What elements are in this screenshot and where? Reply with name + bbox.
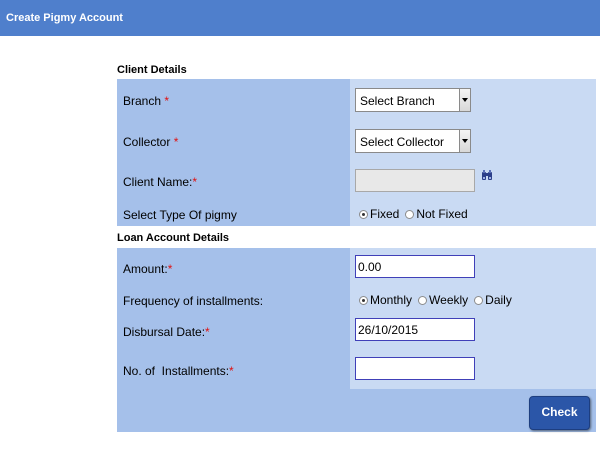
pigmy-type-radio-group: Fixed Not Fixed — [359, 207, 474, 221]
pigmy-type-label: Select Type Of pigmy — [123, 208, 237, 222]
client-name-field[interactable] — [355, 169, 475, 192]
collector-label: Collector * — [123, 135, 179, 149]
radio-selected-icon[interactable] — [359, 296, 368, 306]
loan-details-heading: Loan Account Details — [117, 232, 230, 244]
radio-icon[interactable] — [405, 210, 415, 220]
client-name-label: Client Name:* — [123, 175, 198, 189]
radio-icon[interactable] — [474, 296, 484, 306]
loan-details-panel: Amount:* 0.00 Frequency of installments:… — [117, 248, 596, 389]
radio-icon[interactable] — [418, 296, 428, 306]
branch-label: Branch * — [123, 94, 170, 108]
pigmy-type-fixed[interactable]: Fixed — [359, 207, 399, 221]
amount-field[interactable]: 0.00 — [355, 255, 475, 278]
page-header: Create Pigmy Account — [0, 0, 600, 36]
branch-select[interactable]: Select Branch — [355, 88, 471, 112]
collector-select[interactable]: Select Collector — [355, 129, 471, 153]
client-details-heading: Client Details — [117, 64, 187, 76]
frequency-radio-group: Monthly Weekly Daily — [359, 293, 518, 307]
frequency-daily[interactable]: Daily — [474, 293, 512, 307]
client-details-panel: Branch * Select Branch Collector * Selec… — [117, 79, 596, 226]
chevron-down-icon — [459, 89, 470, 111]
frequency-label: Frequency of installments: — [123, 294, 264, 308]
installments-label: No. of Installments:* — [123, 364, 234, 378]
pigmy-type-not-fixed[interactable]: Not Fixed — [405, 207, 468, 221]
frequency-weekly[interactable]: Weekly — [418, 293, 468, 307]
chevron-down-icon — [459, 130, 470, 152]
binoculars-icon[interactable] — [481, 169, 493, 181]
installments-field[interactable] — [355, 357, 475, 380]
collector-select-value: Select Collector — [360, 135, 445, 149]
frequency-monthly[interactable]: Monthly — [359, 293, 412, 307]
branch-select-value: Select Branch — [360, 94, 435, 108]
check-emi-button[interactable]: Check EMI — [529, 396, 590, 449]
form-footer — [117, 389, 596, 432]
disbursal-date-label: Disbursal Date:* — [123, 325, 210, 339]
radio-selected-icon[interactable] — [359, 210, 368, 220]
page-title: Create Pigmy Account — [6, 12, 123, 24]
disbursal-date-field[interactable]: 26/10/2015 — [355, 318, 475, 341]
amount-label: Amount:* — [123, 262, 173, 276]
